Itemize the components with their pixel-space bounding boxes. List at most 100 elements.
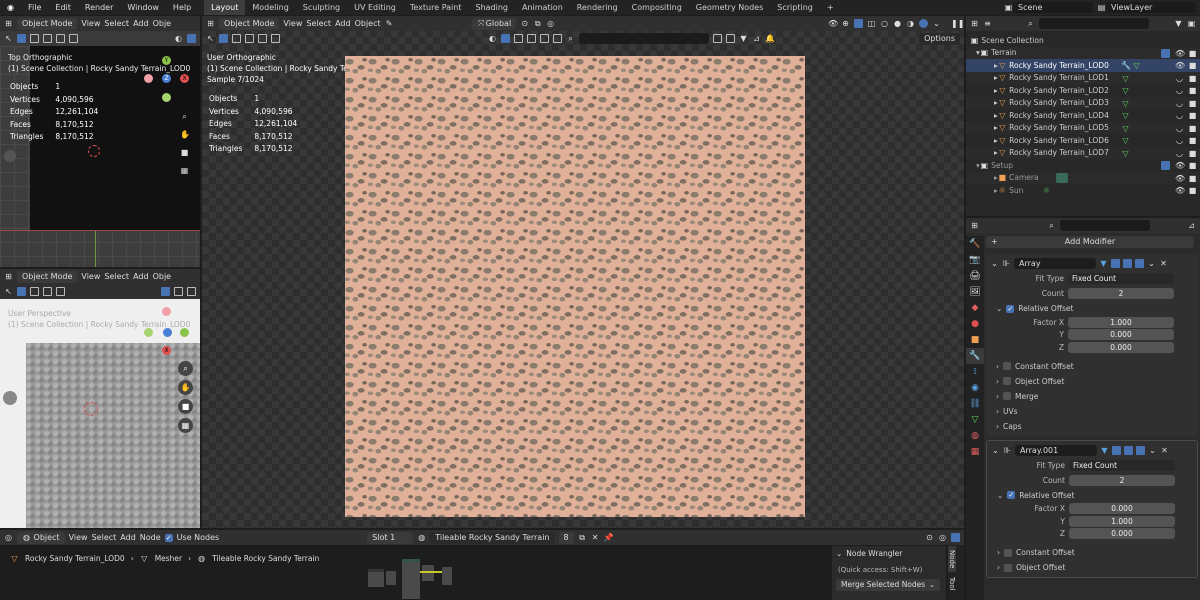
viewport-search-input[interactable] [579,33,709,44]
select-mode-extend-icon[interactable] [30,287,39,296]
overlay-toggle-icon[interactable]: ◎ [938,533,947,542]
filter-other-icon[interactable] [553,34,562,43]
factor-y-field[interactable]: 1.000 [1069,515,1175,527]
mode-dropdown[interactable]: Object Mode [219,17,280,30]
unlink-material-icon[interactable]: ✕ [591,533,600,542]
factor-y-field[interactable]: 0.000 [1068,329,1174,341]
viewport-user-persp[interactable]: ⊞ Object Mode View Select Add Obje ↖ Use… [0,269,200,528]
eye-hidden-icon[interactable]: ◡ [1175,149,1184,158]
camera-render-icon[interactable]: ■ [1188,124,1197,133]
eye-hidden-icon[interactable]: ◡ [1175,111,1184,120]
outliner-item-sun[interactable]: ▸ ☼ Sun ☼ 👁 ■ [966,184,1200,197]
warning-bell-icon[interactable]: 🔔 [765,34,775,43]
node-box[interactable] [402,559,420,599]
gizmo-neg-x-icon[interactable] [144,74,153,83]
constant-offset-checkbox[interactable] [1004,548,1012,557]
zoom-icon[interactable]: ⌕ [178,361,193,376]
texture-tab-icon[interactable]: ▦ [966,444,984,460]
eye-icon[interactable]: 👁 [1175,49,1185,58]
constant-offset-section[interactable]: › Constant Offset [991,545,1195,560]
use-nodes-checkbox[interactable]: ✓ [164,533,173,542]
pin-icon[interactable]: ⊿ [1187,221,1196,230]
object-offset-section[interactable]: › Object Offset [991,560,1195,575]
factor-x-field[interactable]: 0.000 [1069,503,1175,515]
shader-editor[interactable]: ◎ ◍ Object View Select Add Node ✓ Use No… [0,530,964,600]
camera-render-icon[interactable]: ■ [1188,174,1197,183]
tab-texture-paint[interactable]: Texture Paint [403,0,469,15]
select-tool-icon[interactable]: ↖ [4,287,13,296]
transform-orientation-dropdown[interactable]: ⤧ Global [471,17,517,30]
mesh-data-icon[interactable]: ▽ [1121,74,1130,83]
shading-material-icon[interactable] [174,287,183,296]
object-offset-checkbox[interactable] [1003,377,1011,385]
count-field[interactable]: 2 [1069,474,1175,486]
new-collection-icon[interactable]: ▣ [1187,19,1196,28]
view-menu[interactable]: View [283,19,302,28]
shading-icon[interactable]: ◐ [174,34,183,43]
menu-render[interactable]: Render [78,3,120,12]
viewport-display-icon[interactable] [1124,445,1133,455]
mesh-data-icon[interactable]: ▽ [1121,111,1130,120]
data-tab-icon[interactable]: ▽ [966,412,984,428]
modifier-wrench-icon[interactable]: 🔧 [1121,61,1131,70]
gizmo-neg-y-icon[interactable] [162,93,171,102]
eye-hidden-icon[interactable]: ◡ [1175,124,1184,133]
select-mode-intersect-icon[interactable] [69,34,78,43]
shading-solid-icon[interactable]: ● [893,19,902,28]
material-browse-icon[interactable]: ◍ [417,533,426,542]
editor-type-icon[interactable]: ⊞ [970,19,979,28]
camera-icon[interactable]: ■ [180,148,189,157]
constant-offset-checkbox[interactable] [1003,362,1011,370]
tab-compositing[interactable]: Compositing [625,0,689,15]
tab-layout[interactable]: Layout [204,0,246,15]
tab-node[interactable]: Node [948,546,956,572]
properties-search-input[interactable] [1060,220,1150,231]
outliner-item-lod0[interactable]: ▸ ▽ Rocky Sandy Terrain_LOD0 🔧 ▽ 👁 ■ [966,59,1200,72]
fit-type-dropdown[interactable]: Fixed Count [1068,273,1174,284]
object-offset-checkbox[interactable] [1004,563,1012,572]
camera-data-icon[interactable] [1056,172,1068,183]
filter-empty-icon[interactable] [540,34,549,43]
select-menu[interactable]: Select [104,19,129,28]
editor-type-icon[interactable]: ⊞ [4,272,13,281]
relative-offset-checkbox[interactable]: ✓ [1006,304,1015,313]
remove-modifier-icon[interactable]: ✕ [1160,446,1169,455]
shader-type-dropdown[interactable]: ◍ Object [17,531,65,544]
remove-modifier-icon[interactable]: ✕ [1159,259,1168,268]
tab-geometry-nodes[interactable]: Geometry Nodes [689,0,770,15]
pause-render-icon[interactable]: ❚❚ [951,19,964,28]
backdrop-toggle-icon[interactable] [951,533,960,542]
breadcrumb-material[interactable]: Tileable Rocky Sandy Terrain [212,554,319,563]
add-menu[interactable]: Add [335,19,351,28]
relative-offset-section[interactable]: ⌄ ✓ Relative Offset [991,488,1195,503]
camera-render-icon[interactable]: ■ [1188,49,1197,58]
pan-hand-icon[interactable]: ✋ [178,380,193,395]
object-offset-section[interactable]: › Object Offset [990,374,1196,389]
select-menu[interactable]: Select [104,272,129,281]
tab-uv-editing[interactable]: UV Editing [347,0,403,15]
tab-tool[interactable]: Tool [948,572,956,596]
navigation-gizmo[interactable]: X [142,307,192,357]
mesh-data-icon[interactable]: ▽ [1121,86,1130,95]
tab-modeling[interactable]: Modeling [245,0,295,15]
modifier-menu-icon[interactable]: ⌄ [1147,259,1156,268]
modifier-menu-icon[interactable]: ⌄ [1148,446,1157,455]
left-toolbar-collapse-icon[interactable] [4,150,16,162]
object-menu[interactable]: Obje [153,19,172,28]
scene-field[interactable]: Scene [1013,2,1093,13]
proportional-edit-icon[interactable]: ◎ [546,19,555,28]
factor-x-field[interactable]: 1.000 [1068,316,1174,328]
add-menu[interactable]: Add [133,19,149,28]
menu-file[interactable]: File [21,3,48,12]
light-data-icon[interactable]: ☼ [1042,186,1051,195]
select-menu[interactable]: Select [92,533,117,542]
edit-mode-filter-icon[interactable]: ▼ [1099,259,1108,268]
menu-edit[interactable]: Edit [48,3,78,12]
node-box[interactable] [368,569,384,587]
camera-render-icon[interactable]: ■ [1188,161,1197,170]
blender-logo-icon[interactable]: ◉ [6,3,15,12]
filter-icon[interactable]: ▼ [1174,19,1183,28]
outliner-collection-terrain[interactable]: ▾ ▣ Terrain 👁 ■ [966,46,1200,59]
tab-sculpting[interactable]: Sculpting [296,0,347,15]
eye-icon[interactable]: 👁 [1175,61,1185,70]
